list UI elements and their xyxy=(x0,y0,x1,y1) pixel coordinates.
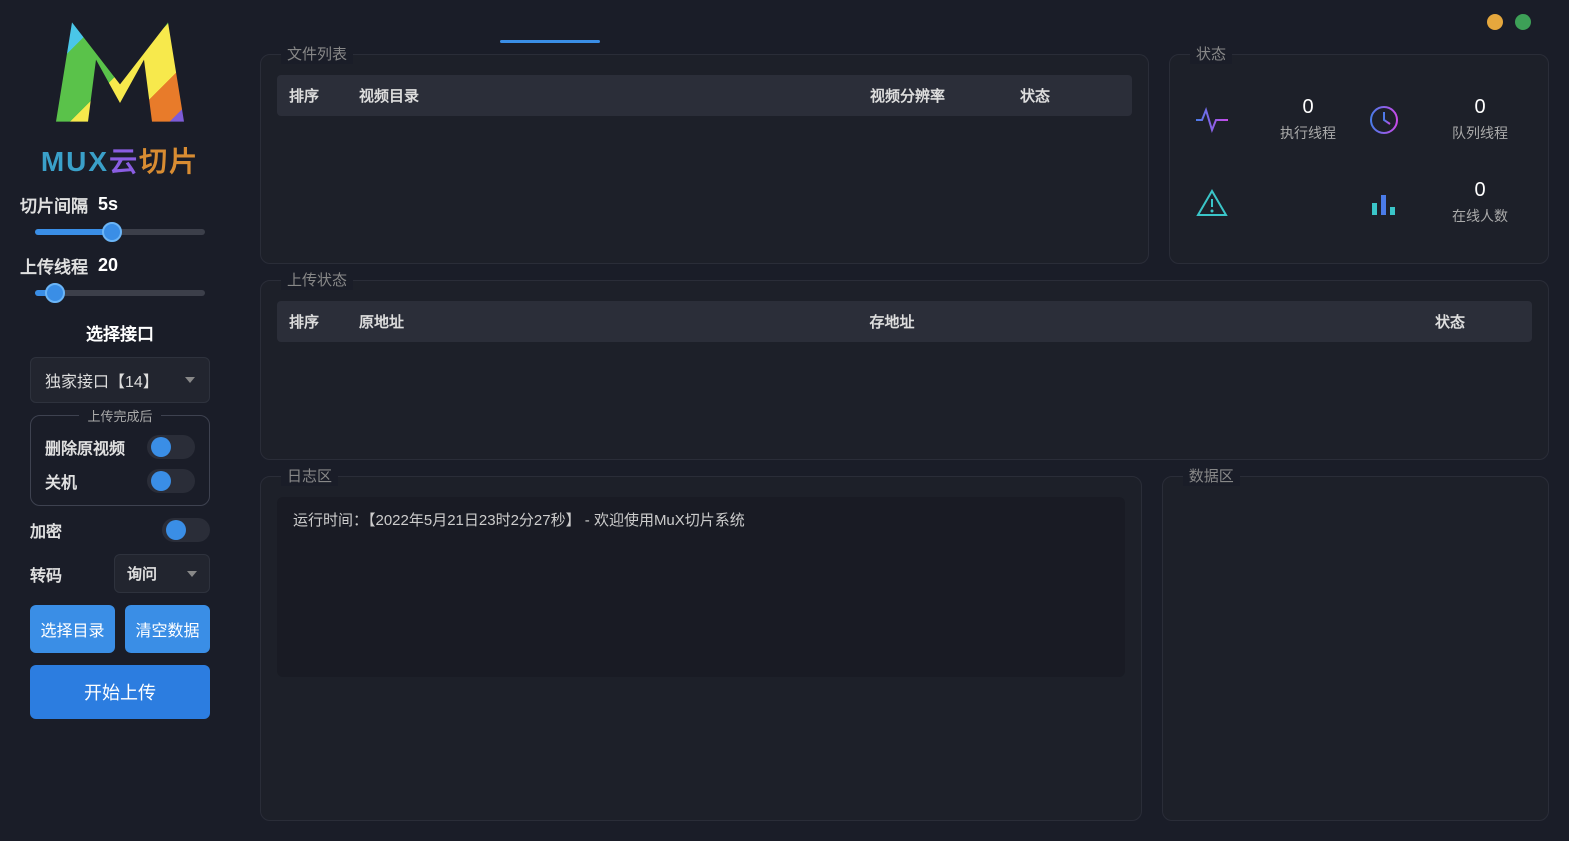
log-line: 运行时间：【2022年5月21日23时2分27秒】 - 欢迎使用MuX切片系统 xyxy=(293,509,1109,533)
queue-threads-label: 队列线程 xyxy=(1434,123,1526,143)
upload-status-panel: 上传状态 排序 原地址 存地址 状态 xyxy=(260,280,1549,460)
col-sort: 排序 xyxy=(289,85,359,106)
col-state: 状态 xyxy=(1380,311,1520,332)
data-panel: 数据区 xyxy=(1162,476,1549,821)
delete-origin-toggle[interactable] xyxy=(147,435,195,459)
upload-threads-label: 上传线程 xyxy=(20,253,88,278)
sidebar: MUX云切片 切片间隔 5s 上传线程 20 选择接口 独家接口【14】 上传完… xyxy=(0,0,240,841)
bars-icon xyxy=(1364,183,1404,223)
encrypt-toggle[interactable] xyxy=(162,518,210,542)
log-title: 日志区 xyxy=(281,465,338,486)
transcode-label: 转码 xyxy=(30,562,62,586)
log-content: 运行时间：【2022年5月21日23时2分27秒】 - 欢迎使用MuX切片系统 xyxy=(277,497,1125,677)
col-sort: 排序 xyxy=(289,311,359,332)
shutdown-toggle[interactable] xyxy=(147,469,195,493)
transcode-select[interactable]: 询问 xyxy=(114,554,210,593)
window-controls xyxy=(1487,14,1531,30)
file-list-panel: 文件列表 排序 视频目录 视频分辨率 状态 xyxy=(260,54,1149,264)
transcode-value: 询问 xyxy=(127,563,157,584)
upload-threads-value: 20 xyxy=(98,255,118,276)
slice-interval-label: 切片间隔 xyxy=(20,192,88,217)
minimize-icon[interactable] xyxy=(1487,14,1503,30)
warning-icon xyxy=(1192,183,1232,223)
file-list-header: 排序 视频目录 视频分辨率 状态 xyxy=(277,75,1132,116)
col-state: 状态 xyxy=(1020,85,1120,106)
app-logo: MUX云切片 xyxy=(20,10,220,180)
chevron-down-icon xyxy=(185,377,195,383)
post-upload-header: 上传完成后 xyxy=(79,406,160,425)
post-upload-group: 上传完成后 删除原视频 关机 xyxy=(30,415,210,506)
online-label: 在线人数 xyxy=(1434,206,1526,226)
exec-threads-label: 执行线程 xyxy=(1262,123,1354,143)
status-panel: 状态 0 执行线程 0 队列线程 xyxy=(1169,54,1549,264)
exec-threads-value: 0 xyxy=(1262,96,1354,119)
shutdown-label: 关机 xyxy=(45,469,77,493)
select-api-label: 选择接口 xyxy=(86,320,154,345)
api-select-value: 独家接口【14】 xyxy=(45,368,159,392)
chevron-down-icon xyxy=(187,571,197,577)
clock-icon xyxy=(1364,100,1404,140)
delete-origin-label: 删除原视频 xyxy=(45,435,125,459)
col-save: 存地址 xyxy=(870,311,1381,332)
slice-interval-value: 5s xyxy=(98,194,118,215)
activity-icon xyxy=(1192,100,1232,140)
clear-data-button[interactable]: 清空数据 xyxy=(125,605,210,653)
start-upload-button[interactable]: 开始上传 xyxy=(30,665,210,719)
select-dir-button[interactable]: 选择目录 xyxy=(30,605,115,653)
encrypt-label: 加密 xyxy=(30,518,62,542)
slice-interval-row: 切片间隔 5s xyxy=(20,192,220,217)
main-area: 文件列表 排序 视频目录 视频分辨率 状态 状态 0 执行线程 xyxy=(240,0,1569,841)
maximize-icon[interactable] xyxy=(1515,14,1531,30)
file-list-title: 文件列表 xyxy=(281,43,353,64)
col-video-dir: 视频目录 xyxy=(359,85,870,106)
col-origin: 原地址 xyxy=(359,311,870,332)
upload-status-title: 上传状态 xyxy=(281,269,353,290)
data-title: 数据区 xyxy=(1183,465,1240,486)
app-title: MUX云切片 xyxy=(41,140,199,180)
upload-threads-row: 上传线程 20 xyxy=(20,253,220,278)
active-tab-indicator xyxy=(500,40,600,43)
upload-threads-slider[interactable] xyxy=(35,290,205,296)
col-resolution: 视频分辨率 xyxy=(870,85,1020,106)
online-value: 0 xyxy=(1434,179,1526,202)
log-panel: 日志区 运行时间：【2022年5月21日23时2分27秒】 - 欢迎使用MuX切… xyxy=(260,476,1142,821)
status-title: 状态 xyxy=(1190,43,1232,64)
api-select[interactable]: 独家接口【14】 xyxy=(30,357,210,403)
queue-threads-value: 0 xyxy=(1434,96,1526,119)
logo-m-icon xyxy=(40,10,200,134)
slice-interval-slider[interactable] xyxy=(35,229,205,235)
upload-status-header: 排序 原地址 存地址 状态 xyxy=(277,301,1532,342)
